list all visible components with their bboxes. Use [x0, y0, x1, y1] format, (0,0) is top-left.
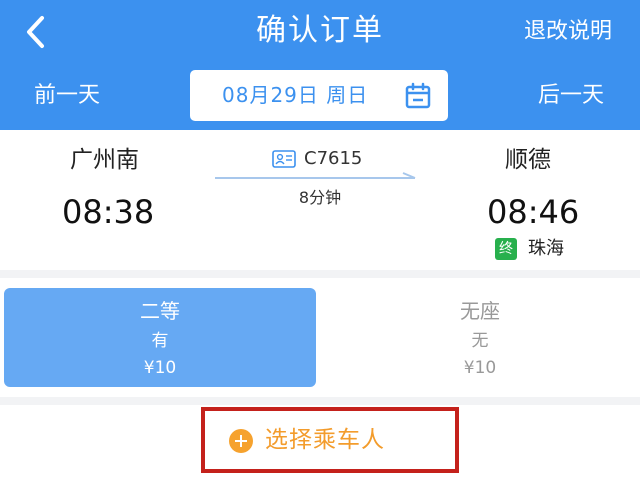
terminal-city: 珠海	[528, 238, 564, 259]
plus-circle-icon	[229, 429, 253, 453]
departure-station: 广州南	[70, 147, 139, 173]
seat-availability: 有	[151, 331, 169, 351]
route-arrow-icon	[215, 172, 416, 179]
date-label: 08月29日 周日	[222, 83, 369, 107]
seat-name: 二等	[140, 299, 180, 323]
seat-price: ¥10	[463, 358, 497, 378]
seat-name: 无座	[460, 299, 500, 323]
arrival-station: 顺德	[505, 147, 551, 173]
passenger-section: 选择乘车人	[0, 405, 640, 479]
terminal-badge: 终	[495, 238, 517, 260]
header-bar: 确认订单 退改说明 前一天 08月29日 周日 后一天	[0, 0, 640, 130]
next-day-button[interactable]: 后一天	[538, 80, 604, 112]
prev-day-button[interactable]: 前一天	[34, 80, 100, 112]
train-number-row: C7615	[272, 146, 362, 172]
date-selector[interactable]: 08月29日 周日	[190, 70, 448, 121]
arrival-time: 08:46	[487, 193, 580, 231]
calendar-icon	[405, 82, 431, 109]
seat-option-no-seat[interactable]: 无座 无 ¥10	[324, 288, 636, 387]
trip-info-card: 广州南 08:38 C7615 8分钟 顺德 08:46 终 珠海	[0, 130, 640, 270]
select-passenger-label: 选择乘车人	[265, 427, 385, 453]
id-card-icon	[272, 150, 296, 168]
seat-option-second-class[interactable]: 二等 有 ¥10	[4, 288, 316, 387]
refund-policy-link[interactable]: 退改说明	[524, 15, 612, 49]
select-passenger-button[interactable]: 选择乘车人	[201, 407, 459, 473]
seat-price: ¥10	[143, 358, 177, 378]
seat-availability: 无	[471, 331, 489, 351]
seat-type-selector: 二等 有 ¥10 无座 无 ¥10	[0, 278, 640, 397]
train-number: C7615	[304, 148, 363, 169]
